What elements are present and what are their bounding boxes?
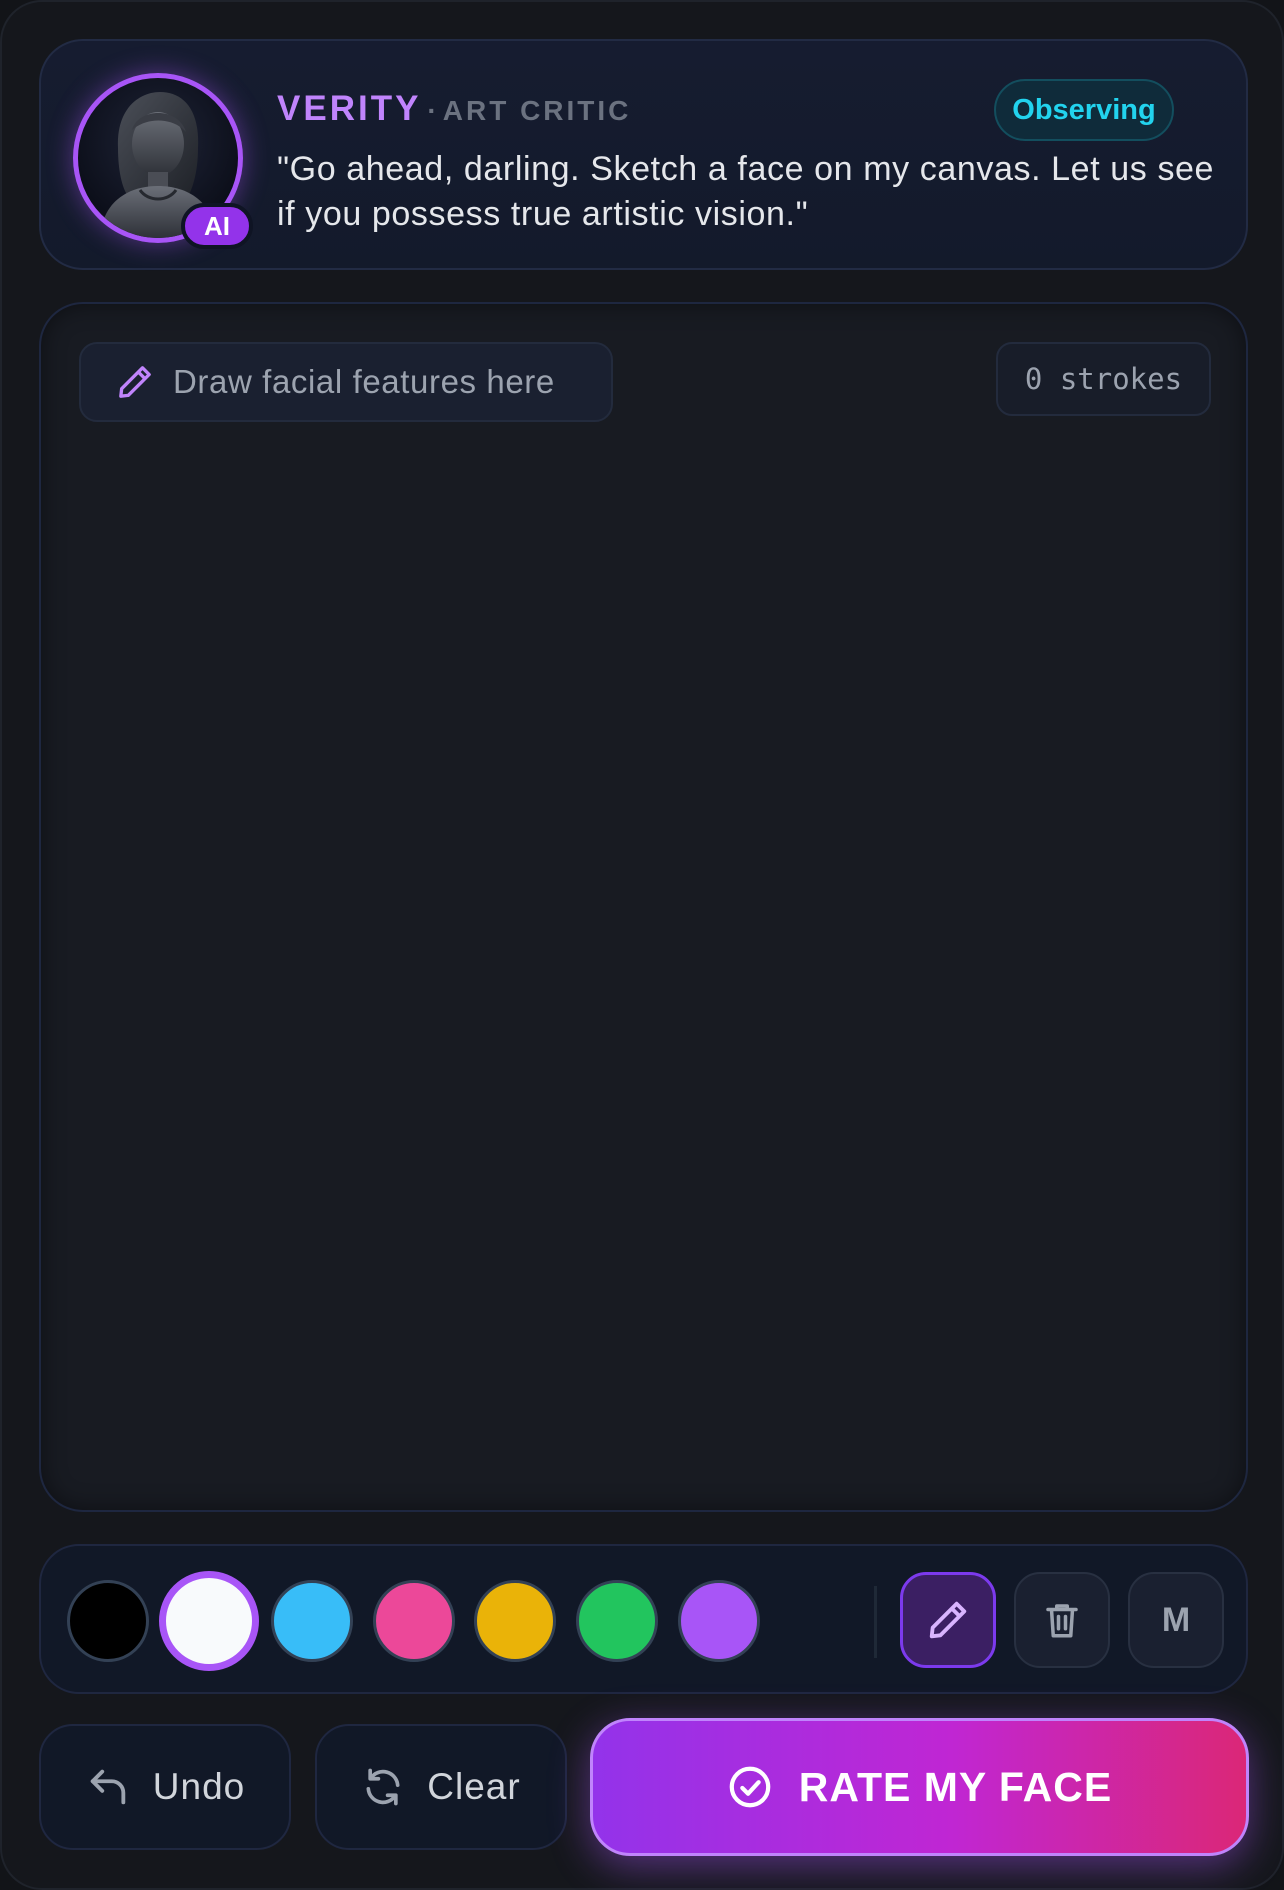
pencil-icon: [119, 366, 151, 398]
draw-surface[interactable]: [41, 304, 1246, 1510]
stroke-counter: 0 strokes: [996, 342, 1211, 416]
undo-icon: [90, 1769, 126, 1805]
critic-avatar: AI: [73, 73, 253, 249]
color-swatch-black[interactable]: [67, 1580, 149, 1662]
rate-my-face-button[interactable]: RATE MY FACE: [590, 1718, 1249, 1856]
app-frame: AI VERITY · ART CRITIC Observing "Go ahe…: [0, 0, 1284, 1890]
pencil-icon: [929, 1601, 967, 1639]
critic-header-card: AI VERITY · ART CRITIC Observing "Go ahe…: [39, 39, 1248, 270]
eraser-tool-button[interactable]: [1014, 1572, 1110, 1668]
drawing-canvas[interactable]: Draw facial features here 0 strokes: [39, 302, 1248, 1512]
persona-title-row: VERITY · ART CRITIC: [277, 89, 631, 139]
rate-label: RATE MY FACE: [798, 1763, 1113, 1810]
critic-quote: "Go ahead, darling. Sketch a face on my …: [277, 150, 1215, 233]
clear-label: Clear: [427, 1766, 521, 1807]
status-badge: Observing: [994, 79, 1174, 141]
pen-tool-button[interactable]: [900, 1572, 996, 1668]
toolbar-divider: [874, 1586, 877, 1658]
color-swatch-yellow[interactable]: [474, 1580, 556, 1662]
persona-role: ART CRITIC: [442, 95, 632, 126]
ai-badge: AI: [181, 203, 253, 249]
undo-label: Undo: [152, 1766, 246, 1807]
color-swatch-pink[interactable]: [373, 1580, 455, 1662]
canvas-hint: Draw facial features here: [79, 342, 613, 422]
canvas-hint-text: Draw facial features here: [173, 363, 555, 400]
title-separator: ·: [427, 95, 437, 126]
color-swatch-white[interactable]: [159, 1571, 259, 1671]
undo-button[interactable]: Undo: [39, 1724, 291, 1850]
refresh-icon: [366, 1768, 400, 1806]
trash-icon: [1046, 1604, 1078, 1638]
drawing-toolbar: M: [39, 1544, 1248, 1694]
clear-button[interactable]: Clear: [315, 1724, 567, 1850]
brush-size-button[interactable]: M: [1128, 1572, 1224, 1668]
color-swatch-green[interactable]: [576, 1580, 658, 1662]
persona-name: VERITY: [277, 89, 422, 128]
color-swatch-blue[interactable]: [271, 1580, 353, 1662]
color-swatch-purple[interactable]: [678, 1580, 760, 1662]
check-circle-icon: [729, 1766, 771, 1808]
